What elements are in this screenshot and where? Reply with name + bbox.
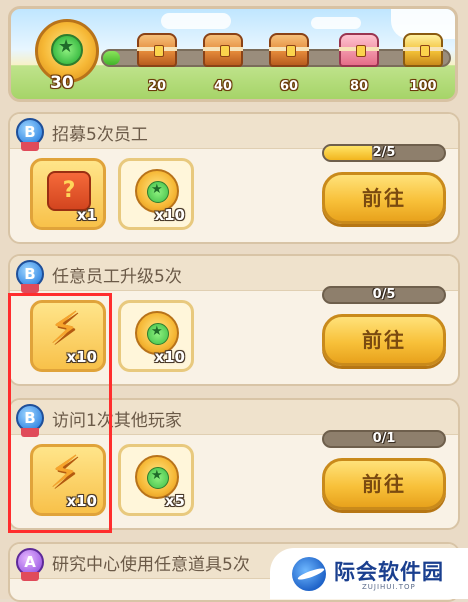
milestone-label: 100 <box>409 79 437 94</box>
task-title: 招募5次员工 <box>52 125 148 145</box>
grade-letter: B <box>24 123 36 141</box>
reward-slot[interactable]: ★ x5 <box>118 444 194 516</box>
task-progress-bar: 0/5 <box>322 286 446 304</box>
watermark-name: 际会软件园 <box>334 560 444 584</box>
task-card: B 招募5次员工 ? x1 ★ x10 2/5 前往 <box>8 112 460 244</box>
milestone-progress-fill <box>103 51 121 65</box>
go-button[interactable]: 前往 <box>322 458 446 510</box>
milestone-label: 40 <box>213 79 233 94</box>
task-title: 任意员工升级5次 <box>52 267 182 287</box>
reward-quantity: x10 <box>154 348 185 366</box>
watermark: 际会软件园 ZUJIHUI.TOP <box>270 548 468 599</box>
highlight-box <box>8 293 112 533</box>
reward-slot[interactable]: ★ x10 <box>118 158 194 230</box>
milestone-banner: ★ 30 20 40 60 80 100 <box>8 6 458 102</box>
grade-letter: A <box>24 553 36 571</box>
milestone-chest-80[interactable] <box>339 33 379 67</box>
milestone-chest-60[interactable] <box>269 33 309 67</box>
task-progress-text: 0/5 <box>372 287 396 302</box>
game-panel: ★ 30 20 40 60 80 100 B 招募5次员工 ? x1 ★ x10… <box>0 0 468 602</box>
milestone-chest-100[interactable] <box>403 33 443 67</box>
task-progress-text: 2/5 <box>372 145 396 160</box>
task-progress-bar: 2/5 <box>322 144 446 162</box>
grade-letter: B <box>24 265 36 283</box>
grade-badge: B <box>16 118 44 151</box>
reward-slot[interactable]: ? x1 <box>30 158 106 230</box>
globe-logo-icon <box>292 557 326 591</box>
task-title: 研究中心使用任意道具5次 <box>52 555 250 575</box>
go-button[interactable]: 前往 <box>322 172 446 224</box>
reward-quantity: x1 <box>76 206 97 224</box>
ribbon-icon <box>21 572 39 581</box>
recruit-ticket-icon: ? <box>47 171 91 211</box>
ribbon-icon <box>21 142 39 151</box>
cloud-decoration <box>161 13 231 29</box>
go-button[interactable]: 前往 <box>322 314 446 366</box>
grade-badge: A <box>16 548 44 581</box>
ribbon-icon <box>21 284 39 293</box>
reward-slot[interactable]: ★ x10 <box>118 300 194 372</box>
task-progress-bar: 0/1 <box>322 430 446 448</box>
grade-badge: B <box>16 260 44 293</box>
reward-quantity: x5 <box>164 492 185 510</box>
task-progress-text: 0/1 <box>372 431 396 446</box>
reward-quantity: x10 <box>154 206 185 224</box>
star-icon: ★ <box>58 36 75 57</box>
watermark-sub: ZUJIHUI.TOP <box>362 583 416 591</box>
milestone-label: 20 <box>147 79 167 94</box>
milestone-chest-20[interactable] <box>137 33 177 67</box>
cloud-decoration <box>311 17 361 29</box>
activity-points-value: 30 <box>50 73 74 93</box>
milestone-label: 80 <box>349 79 369 94</box>
milestone-chest-40[interactable] <box>203 33 243 67</box>
milestone-label: 60 <box>279 79 299 94</box>
